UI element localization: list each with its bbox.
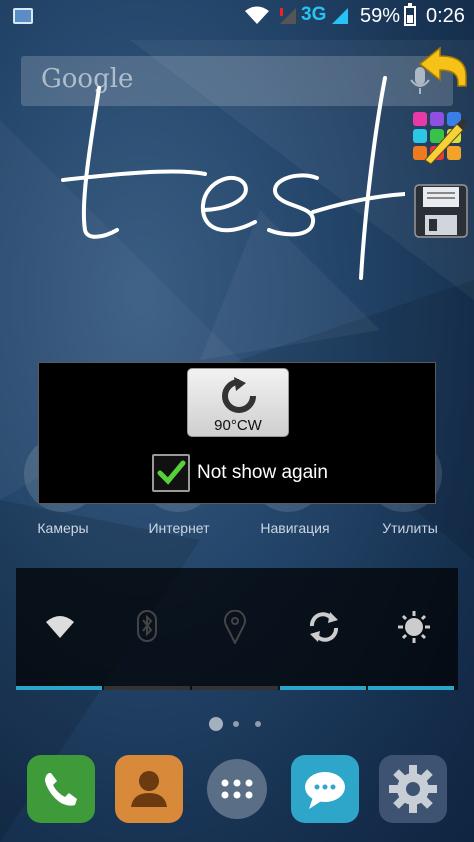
clock: 0:26 [426, 5, 465, 27]
dock-app-drawer[interactable] [203, 755, 271, 823]
phone-icon [27, 755, 95, 823]
checkmark-icon [157, 460, 186, 485]
not-show-again-label: Not show again [197, 462, 328, 483]
dock-phone[interactable] [27, 755, 95, 823]
folder-label-utilities: Утилиты [382, 520, 438, 536]
undo-icon[interactable] [410, 42, 468, 92]
location-state-bar [192, 686, 278, 690]
rotate-button-label: 90°CW [214, 417, 262, 434]
handwriting-drawing: test [61, 76, 405, 280]
rotate-clockwise-icon [222, 377, 256, 413]
bluetooth-icon [137, 610, 157, 642]
brightness-toggle[interactable] [368, 568, 456, 690]
dock-contacts[interactable] [115, 755, 183, 823]
app-drawer-icon [207, 759, 267, 819]
not-show-again-checkbox[interactable] [152, 454, 190, 492]
wifi-toggle[interactable] [16, 568, 104, 690]
signal-sim1-icon [280, 8, 296, 24]
color-palette-icon[interactable] [411, 108, 467, 168]
battery-percent: 59% [360, 5, 401, 27]
wifi-state-bar [16, 686, 102, 690]
page-dot-3[interactable] [255, 721, 261, 727]
sync-state-bar [280, 686, 366, 690]
save-icon[interactable] [413, 183, 469, 239]
wifi-icon [46, 616, 74, 638]
dock-messaging[interactable] [291, 755, 359, 823]
network-type: 3G [301, 4, 327, 25]
folder-label-navigation: Навигация [260, 520, 330, 536]
notification-app-icon [13, 8, 33, 24]
dock-settings[interactable] [379, 755, 447, 823]
sync-toggle[interactable] [280, 568, 368, 690]
page-dot-2[interactable] [233, 721, 239, 727]
brightness-state-bar [368, 686, 454, 690]
rotate-popup: 90°CW Not show again [38, 362, 436, 504]
contacts-icon [115, 755, 183, 823]
sync-icon [310, 612, 338, 642]
location-toggle[interactable] [192, 568, 280, 690]
folder-label-cameras: Камеры [37, 520, 89, 536]
bluetooth-toggle[interactable] [104, 568, 192, 690]
rotate-90cw-button[interactable]: 90°CW [187, 368, 289, 437]
power-control-widget [16, 568, 458, 690]
messaging-icon [291, 755, 359, 823]
wifi-status-icon [245, 6, 269, 24]
status-bar: 3G 59% 0:26 [0, 0, 474, 34]
battery-icon [404, 3, 416, 26]
bluetooth-state-bar [104, 686, 190, 690]
brightness-icon [398, 611, 430, 643]
signal-sim2-icon [332, 8, 348, 24]
location-icon [224, 610, 246, 644]
settings-icon [379, 755, 447, 823]
page-dot-1[interactable] [209, 717, 223, 731]
folder-label-internet: Интернет [148, 520, 210, 536]
